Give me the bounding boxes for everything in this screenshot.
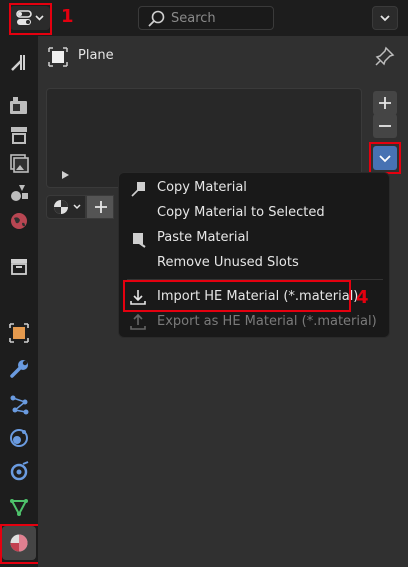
minus-icon — [379, 125, 391, 127]
tool-icon[interactable] — [7, 50, 31, 74]
scene-icon[interactable] — [7, 180, 31, 204]
menu-item-paste-material[interactable]: Paste Material — [157, 230, 249, 245]
pin-icon[interactable] — [374, 45, 396, 67]
properties-tab-sidebar — [0, 36, 38, 567]
header-dropdown-button[interactable] — [372, 6, 398, 30]
menu-item-export-he-material: Export as HE Material (*.material) — [157, 314, 377, 329]
menu-item-remove-unused-slots[interactable]: Remove Unused Slots — [157, 255, 299, 270]
object-name: Plane — [78, 48, 114, 63]
browse-material-button[interactable] — [46, 195, 86, 219]
expand-icon[interactable] — [60, 170, 72, 182]
remove-slot-button[interactable] — [373, 114, 397, 138]
view-layer-icon[interactable] — [7, 150, 31, 174]
particles-icon[interactable] — [7, 392, 31, 416]
copy-icon — [131, 182, 145, 197]
plus-icon — [379, 97, 391, 109]
constraints-icon[interactable] — [7, 460, 31, 484]
material-specials-menu: Copy Material Copy Material to Selected … — [118, 172, 390, 338]
object-data-icon — [48, 47, 68, 67]
collection-icon[interactable] — [7, 254, 31, 278]
annotation-number-1: 1 — [61, 6, 74, 27]
material-sphere-icon — [54, 200, 81, 214]
menu-item-copy-material[interactable]: Copy Material — [157, 180, 247, 195]
annotation-number-4: 4 — [356, 287, 369, 308]
paste-icon — [133, 233, 146, 248]
search-field[interactable]: Search — [138, 6, 274, 30]
annotation-box-4 — [123, 280, 351, 312]
annotation-box-1 — [9, 3, 52, 35]
annotation-box-3 — [369, 142, 401, 174]
plus-icon — [95, 201, 107, 213]
output-icon[interactable] — [7, 122, 31, 146]
export-icon — [130, 313, 146, 330]
menu-item-copy-material-to-selected[interactable]: Copy Material to Selected — [157, 205, 325, 220]
search-icon — [148, 10, 165, 27]
chevron-down-icon — [380, 15, 390, 22]
object-icon[interactable] — [7, 321, 31, 345]
add-slot-button[interactable] — [373, 91, 397, 115]
new-material-button[interactable] — [86, 195, 114, 219]
data-icon[interactable] — [7, 495, 31, 519]
search-placeholder: Search — [171, 11, 216, 26]
render-icon[interactable] — [7, 93, 31, 117]
physics-icon[interactable] — [7, 426, 31, 450]
annotation-box-2 — [0, 524, 40, 564]
modifier-icon[interactable] — [7, 357, 31, 381]
world-icon[interactable] — [7, 209, 31, 233]
